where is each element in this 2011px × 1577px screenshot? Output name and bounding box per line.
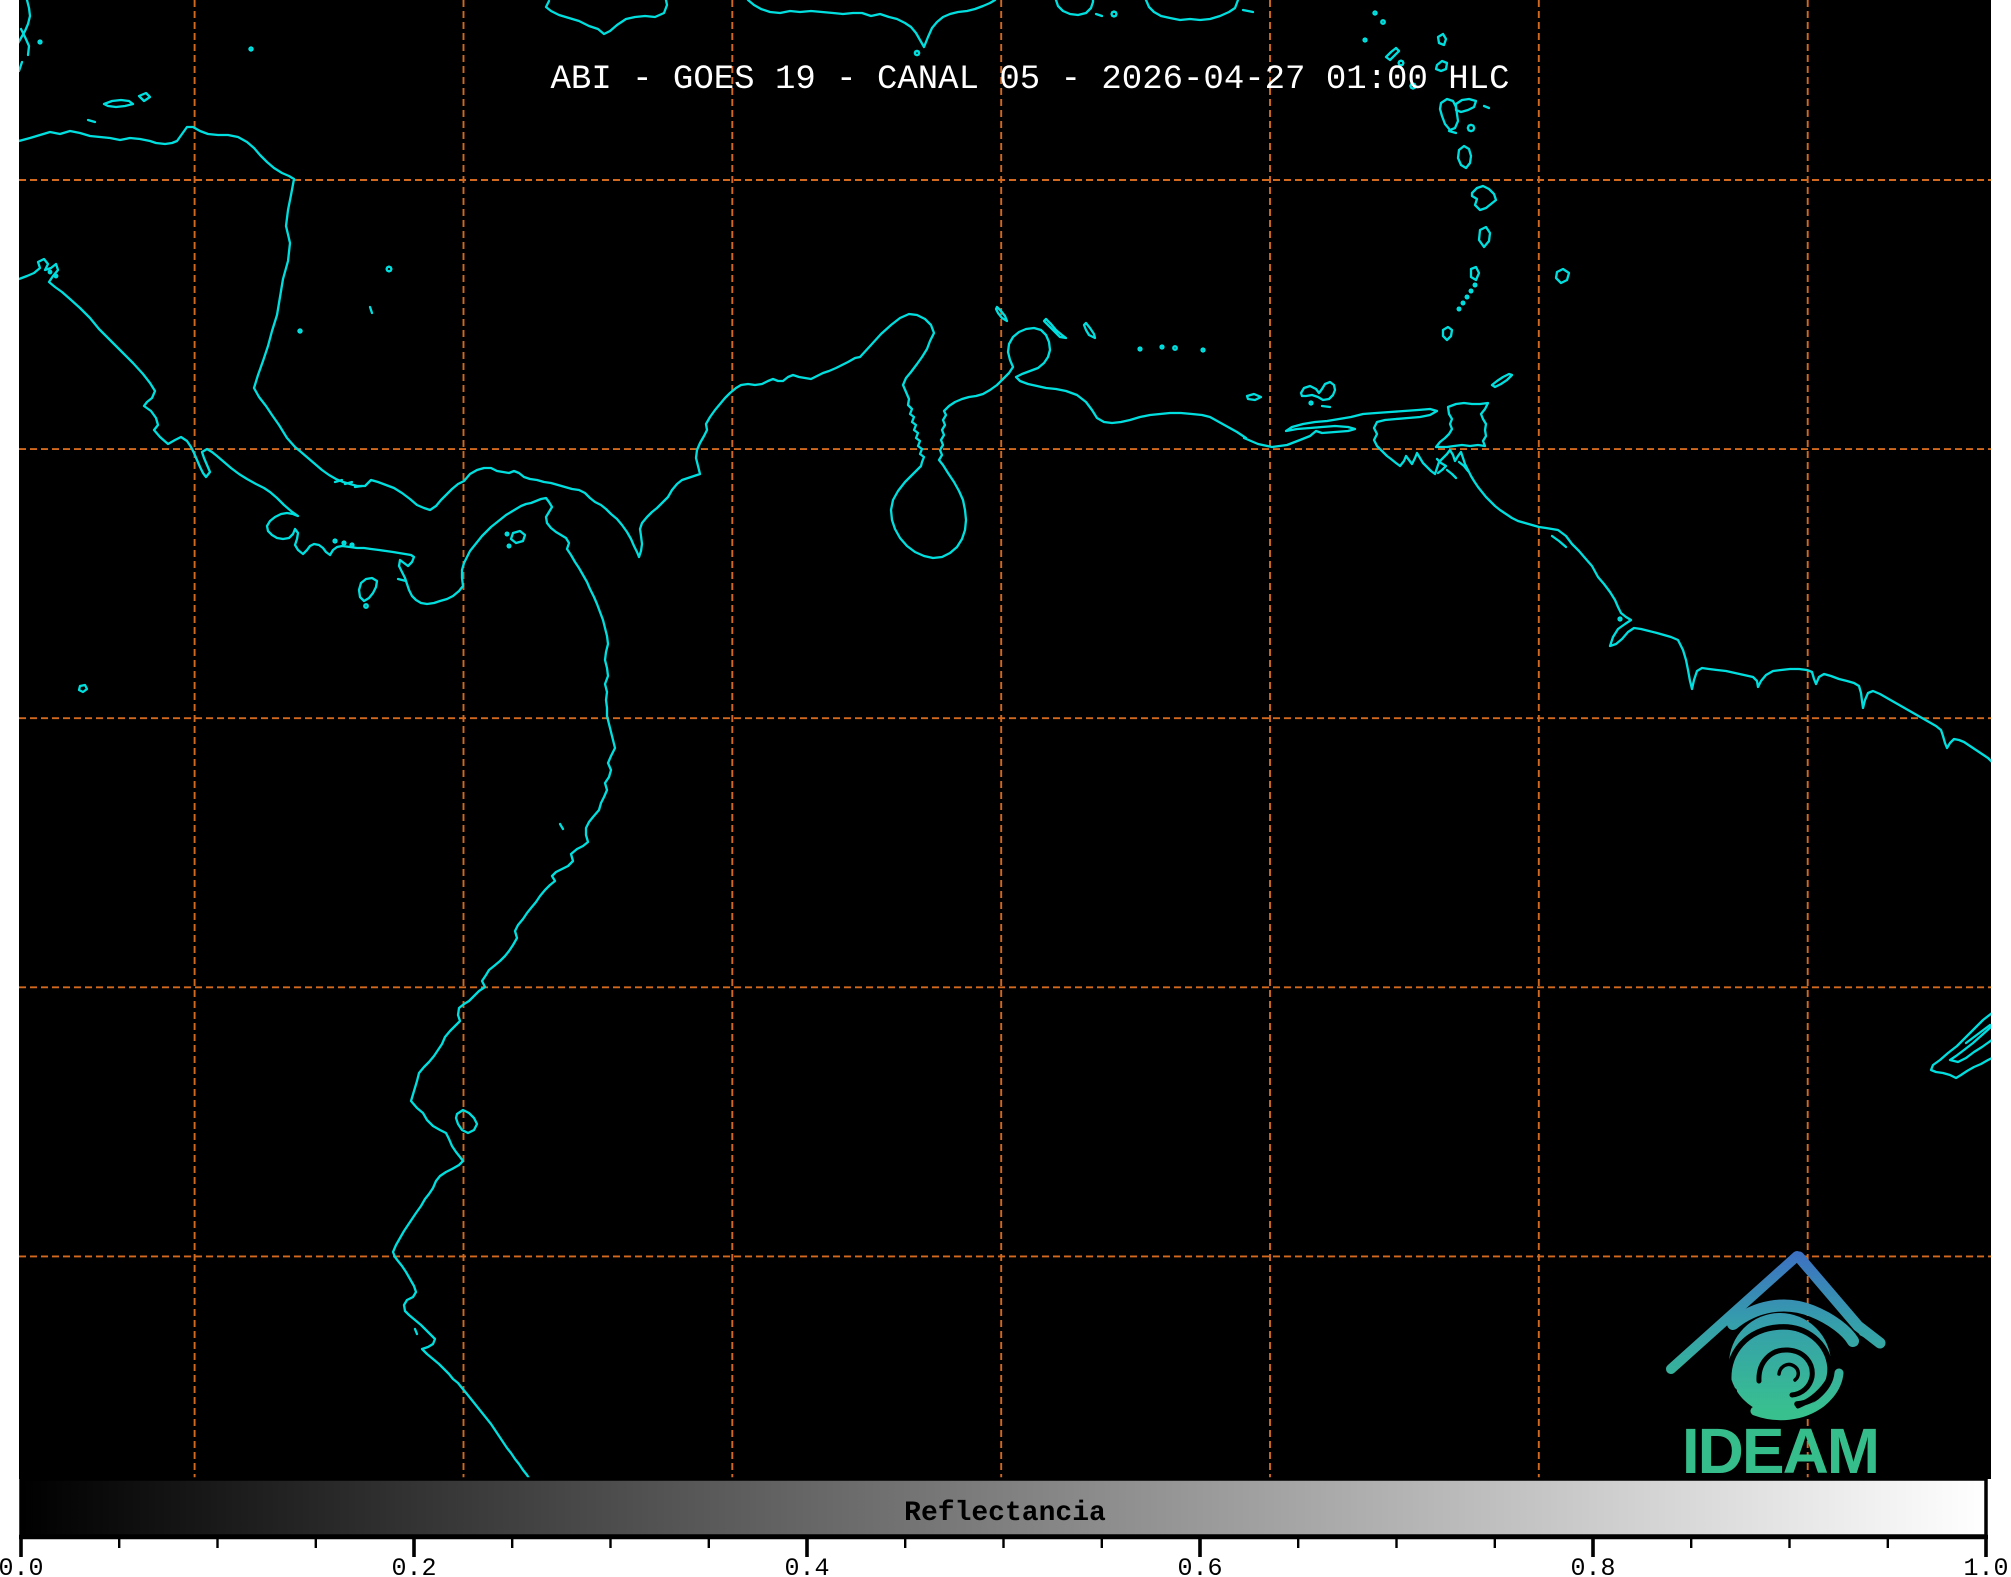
svg-text:0.0: 0.0 (0, 1554, 44, 1577)
svg-text:0.6: 0.6 (1177, 1554, 1222, 1577)
svg-text:ABI - GOES 19 - CANAL 05 - 202: ABI - GOES 19 - CANAL 05 - 2026-04-27 01… (551, 61, 1510, 99)
svg-text:0.4: 0.4 (784, 1554, 829, 1577)
svg-text:1.0: 1.0 (1963, 1554, 2008, 1577)
svg-text:IDEAM: IDEAM (1682, 1415, 1878, 1487)
svg-text:Reflectancia: Reflectancia (904, 1498, 1106, 1529)
svg-text:0.2: 0.2 (391, 1554, 436, 1577)
svg-text:0.8: 0.8 (1570, 1554, 1615, 1577)
